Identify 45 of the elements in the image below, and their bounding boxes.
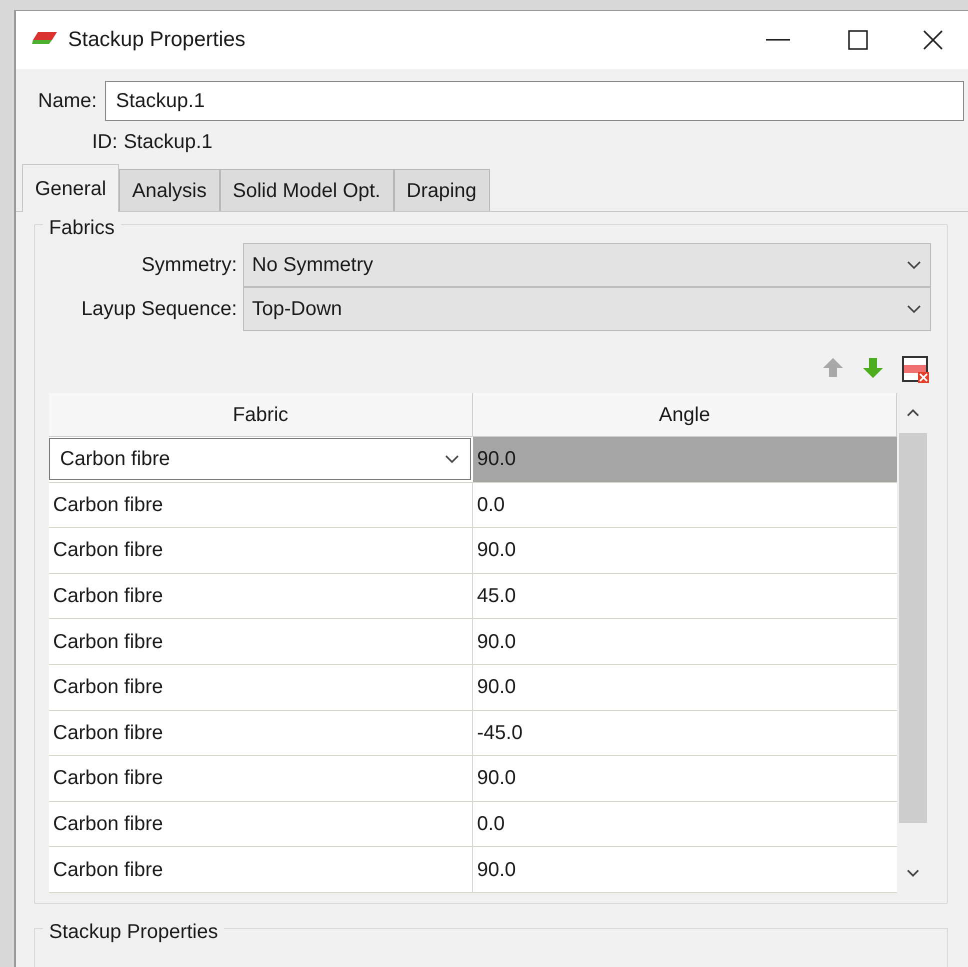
scrollbar-thumb[interactable] [899, 433, 927, 823]
field-label: Symmetry: [140, 253, 238, 278]
delete-row-icon[interactable] [901, 355, 931, 385]
table-cell: 90.0 [473, 437, 897, 482]
table-cell: Carbon fibre [49, 710, 473, 756]
column-header: Fabric [49, 393, 473, 436]
table-cell-text: 0.0 [476, 492, 506, 518]
field-label: ID: [92, 130, 118, 155]
maximize-icon [848, 30, 868, 50]
fabric-dropdown[interactable]: Carbon fibre [49, 438, 471, 480]
table-cell: Carbon fibre [49, 482, 473, 528]
table-cell-text: 0.0 [476, 812, 506, 838]
chevron-icon [906, 304, 922, 314]
table-cell-text: 90.0 [476, 766, 517, 792]
minimize-icon [766, 39, 790, 41]
scroll-up-icon [906, 408, 920, 418]
table-cell: Carbon fibre [49, 574, 473, 618]
table-cell-text: 90.0 [476, 630, 517, 655]
table-cell-text: -45.0 [476, 720, 524, 746]
name-input[interactable]: Stackup.1 [104, 81, 964, 121]
table-cell: Carbon fibre [49, 664, 473, 710]
chevron-icon [444, 454, 460, 464]
table-cell: Carbon fibre [49, 619, 473, 664]
column-header: Angle [473, 393, 897, 436]
close-icon [923, 30, 943, 50]
window-title: Stackup Properties [68, 27, 246, 54]
table-cell-text: 90.0 [476, 858, 517, 883]
table-cell-text: 90.0 [476, 538, 517, 564]
dropdown[interactable]: Top-Down [243, 287, 931, 331]
tab[interactable]: General [22, 164, 120, 212]
dropdown[interactable]: No Symmetry [243, 243, 931, 287]
field-label: Name: [38, 89, 97, 114]
table-cell-text: 45.0 [476, 584, 517, 610]
id-value: Stackup.1 [124, 130, 213, 155]
scroll-down-icon [906, 868, 920, 878]
table-cell: Carbon fibre [49, 528, 473, 573]
table-cell: Carbon fibre [49, 847, 473, 892]
tab[interactable]: Analysis [119, 169, 220, 211]
field-label: Layup Sequence: [80, 297, 238, 322]
tab[interactable]: Draping [394, 169, 490, 211]
tab[interactable]: Solid Model Opt. [220, 169, 394, 211]
chevron-icon [906, 260, 922, 270]
table-cell: Carbon fibre [49, 756, 473, 801]
table-cell: Carbon fibre [49, 802, 473, 846]
table-cell-text: 90.0 [476, 675, 517, 700]
